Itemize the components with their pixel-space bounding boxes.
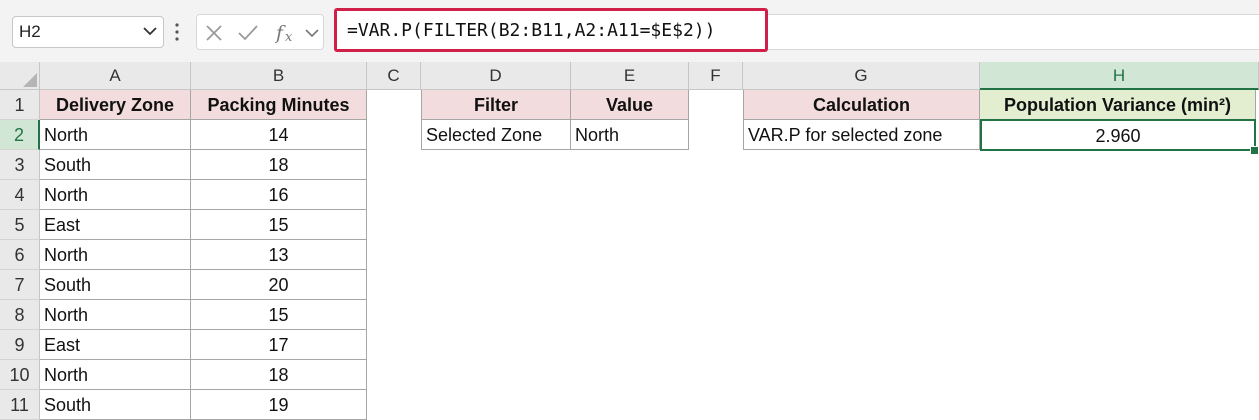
table-cell[interactable]: 17 bbox=[191, 330, 367, 360]
header-packing-minutes[interactable]: Packing Minutes bbox=[191, 90, 367, 120]
formula-text: =VAR.P(FILTER(B2:B11,A2:A11=$E$2)) bbox=[347, 20, 716, 41]
header-calculation[interactable]: Calculation bbox=[743, 90, 980, 120]
formula-buttons: f x bbox=[196, 14, 324, 50]
table-cell[interactable]: 18 bbox=[191, 150, 367, 180]
filter-value-cell[interactable]: North bbox=[571, 120, 689, 150]
table-cell[interactable]: 20 bbox=[191, 270, 367, 300]
select-all-icon bbox=[23, 73, 37, 87]
row-header-4[interactable]: 4 bbox=[0, 180, 40, 210]
table-cell[interactable]: North bbox=[40, 180, 191, 210]
header-value[interactable]: Value bbox=[571, 90, 689, 120]
table-cell[interactable]: East bbox=[40, 210, 191, 240]
table-cell[interactable]: 16 bbox=[191, 180, 367, 210]
name-box[interactable]: H2 bbox=[12, 16, 164, 48]
formula-bar: H2 f x =VAR.P(FILTER(B2:B11,A2:A11=$E$2)… bbox=[0, 0, 1259, 62]
table-cell[interactable]: South bbox=[40, 270, 191, 300]
spreadsheet-grid: A B C D E F G H 1 2 3 4 5 6 7 8 9 10 11 … bbox=[0, 62, 1259, 420]
fill-handle[interactable] bbox=[1250, 146, 1259, 155]
column-header-h[interactable]: H bbox=[980, 62, 1259, 90]
column-header-f[interactable]: F bbox=[689, 62, 743, 90]
row-header-7[interactable]: 7 bbox=[0, 270, 40, 300]
column-header-b[interactable]: B bbox=[191, 62, 367, 90]
table-cell[interactable]: East bbox=[40, 330, 191, 360]
column-header-g[interactable]: G bbox=[743, 62, 980, 90]
column-header-d[interactable]: D bbox=[421, 62, 571, 90]
row-header-2[interactable]: 2 bbox=[0, 120, 40, 150]
table-cell[interactable]: 15 bbox=[191, 210, 367, 240]
table-cell[interactable]: South bbox=[40, 150, 191, 180]
cancel-icon[interactable] bbox=[205, 24, 223, 42]
table-cell[interactable]: 13 bbox=[191, 240, 367, 270]
name-box-value: H2 bbox=[19, 22, 41, 41]
header-population-variance[interactable]: Population Variance (min²) bbox=[980, 90, 1256, 120]
table-cell[interactable]: North bbox=[40, 300, 191, 330]
row-header-5[interactable]: 5 bbox=[0, 210, 40, 240]
row-header-8[interactable]: 8 bbox=[0, 300, 40, 330]
table-cell[interactable]: 14 bbox=[191, 120, 367, 150]
chevron-down-icon[interactable] bbox=[143, 26, 157, 36]
chevron-down-icon[interactable] bbox=[305, 28, 319, 38]
row-header-9[interactable]: 9 bbox=[0, 330, 40, 360]
select-all-button[interactable] bbox=[0, 62, 40, 90]
formula-input[interactable]: =VAR.P(FILTER(B2:B11,A2:A11=$E$2)) bbox=[334, 8, 768, 52]
table-cell[interactable]: 18 bbox=[191, 360, 367, 390]
formula-input-area[interactable] bbox=[768, 14, 1259, 50]
column-header-c[interactable]: C bbox=[367, 62, 421, 90]
table-cell[interactable]: North bbox=[40, 360, 191, 390]
header-filter[interactable]: Filter bbox=[421, 90, 571, 120]
filter-label-cell[interactable]: Selected Zone bbox=[421, 120, 571, 150]
row-header-6[interactable]: 6 bbox=[0, 240, 40, 270]
calculation-label-cell[interactable]: VAR.P for selected zone bbox=[743, 120, 980, 150]
row-header-10[interactable]: 10 bbox=[0, 360, 40, 390]
column-header-e[interactable]: E bbox=[571, 62, 689, 90]
table-cell[interactable]: 15 bbox=[191, 300, 367, 330]
more-options-icon[interactable] bbox=[172, 18, 182, 46]
svg-text:x: x bbox=[285, 30, 293, 45]
active-cell-h2[interactable]: 2.960 bbox=[980, 119, 1256, 151]
header-delivery-zone[interactable]: Delivery Zone bbox=[40, 90, 191, 120]
insert-function-icon[interactable]: f x bbox=[275, 21, 301, 45]
enter-check-icon[interactable] bbox=[237, 24, 259, 42]
row-header-1[interactable]: 1 bbox=[0, 90, 40, 120]
table-cell[interactable]: North bbox=[40, 120, 191, 150]
column-header-a[interactable]: A bbox=[40, 62, 191, 90]
row-header-3[interactable]: 3 bbox=[0, 150, 40, 180]
table-cell[interactable]: North bbox=[40, 240, 191, 270]
